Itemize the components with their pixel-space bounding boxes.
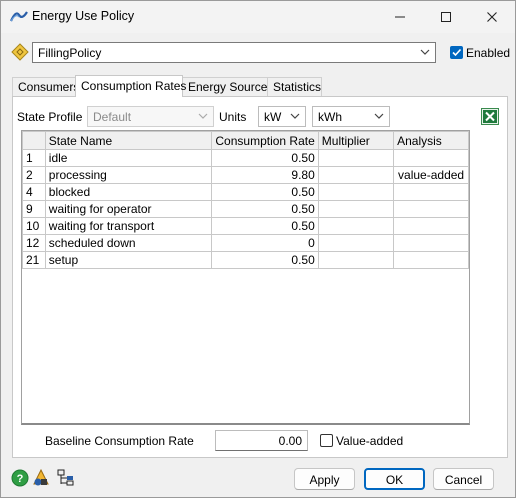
- consumption-rate-cell[interactable]: 0.50: [211, 183, 319, 201]
- apply-button[interactable]: Apply: [294, 468, 355, 490]
- value-added-checkbox[interactable]: [320, 434, 333, 447]
- close-icon: [487, 12, 497, 22]
- value-added-label: Value-added: [336, 434, 404, 448]
- state-name-cell[interactable]: scheduled down: [44, 234, 213, 252]
- multiplier-cell[interactable]: [317, 234, 395, 252]
- state-profile-label: State Profile: [17, 110, 83, 124]
- analysis-cell[interactable]: [393, 200, 469, 218]
- close-button[interactable]: [469, 1, 515, 33]
- flexsim-tool-icon[interactable]: [32, 469, 50, 487]
- energy-curve-icon: [10, 11, 28, 22]
- consumption-rate-cell[interactable]: 9.80: [211, 166, 319, 184]
- ok-button[interactable]: OK: [364, 468, 425, 490]
- title-bar: Energy Use Policy: [1, 1, 515, 33]
- chevron-down-icon: [420, 49, 430, 55]
- excel-export-icon[interactable]: [481, 108, 499, 125]
- consumption-rate-cell[interactable]: 0.50: [211, 149, 319, 167]
- minimize-icon: [395, 16, 405, 18]
- tab-statistics[interactable]: Statistics: [267, 77, 322, 96]
- row-header[interactable]: 12: [22, 234, 46, 252]
- consumption-rate-cell[interactable]: 0.50: [211, 200, 319, 218]
- multiplier-cell[interactable]: [317, 251, 395, 269]
- units-label: Units: [219, 110, 247, 124]
- baseline-consumption-rate-input[interactable]: 0.00: [215, 430, 308, 451]
- state-name-cell[interactable]: blocked: [44, 183, 213, 201]
- multiplier-cell[interactable]: [317, 183, 395, 201]
- column-header-consumption-rate[interactable]: Consumption Rate: [211, 131, 319, 150]
- table-header-row: State Name Consumption Rate Multiplier A…: [22, 131, 469, 150]
- row-header[interactable]: 2: [22, 166, 46, 184]
- column-header-state-name[interactable]: State Name: [44, 131, 213, 150]
- state-name-cell[interactable]: idle: [44, 149, 213, 167]
- energy-use-policy-window: Energy Use Policy FillingPolicy Enabled …: [0, 0, 516, 498]
- rates-table: State Name Consumption Rate Multiplier A…: [22, 131, 469, 269]
- state-profile-value: Default: [93, 110, 132, 124]
- row-header[interactable]: 21: [22, 251, 46, 269]
- column-header-multiplier[interactable]: Multiplier: [317, 131, 395, 150]
- window-title: Energy Use Policy: [32, 9, 135, 23]
- consumption-rate-cell[interactable]: 0: [211, 234, 319, 252]
- tree-view-icon[interactable]: [57, 469, 75, 487]
- row-header[interactable]: 4: [22, 183, 46, 201]
- energy-unit-select[interactable]: kWh: [312, 106, 390, 127]
- consumption-rates-table: State Name Consumption Rate Multiplier A…: [21, 130, 470, 425]
- power-unit-select[interactable]: kW: [258, 106, 306, 127]
- row-header[interactable]: 1: [22, 149, 46, 167]
- baseline-consumption-rate-label: Baseline Consumption Rate: [45, 434, 194, 448]
- table-row: 10 waiting for transport 0.50: [22, 217, 469, 235]
- svg-text:?: ?: [17, 473, 24, 485]
- analysis-cell[interactable]: [393, 251, 469, 269]
- multiplier-cell[interactable]: [317, 217, 395, 235]
- analysis-cell[interactable]: [393, 234, 469, 252]
- analysis-cell[interactable]: value-added: [393, 166, 469, 184]
- maximize-button[interactable]: [423, 1, 469, 33]
- policy-select[interactable]: FillingPolicy: [32, 42, 436, 63]
- consumption-rate-cell[interactable]: 0.50: [211, 251, 319, 269]
- consumption-rate-cell[interactable]: 0.50: [211, 217, 319, 235]
- help-icon[interactable]: ?: [11, 469, 29, 487]
- power-unit-value: kW: [264, 110, 282, 124]
- chevron-down-icon: [290, 113, 300, 119]
- table-row: 1 idle 0.50: [22, 149, 469, 167]
- state-name-cell[interactable]: setup: [44, 251, 213, 269]
- row-header[interactable]: 9: [22, 200, 46, 218]
- maximize-icon: [441, 12, 451, 22]
- minimize-button[interactable]: [377, 1, 423, 33]
- table-row: 12 scheduled down 0: [22, 234, 469, 252]
- chevron-down-icon: [374, 113, 384, 119]
- state-name-cell[interactable]: processing: [44, 166, 213, 184]
- table-row: 9 waiting for operator 0.50: [22, 200, 469, 218]
- analysis-cell[interactable]: [393, 149, 469, 167]
- tab-energy-sources[interactable]: Energy Sources: [182, 77, 273, 96]
- analysis-cell[interactable]: [393, 183, 469, 201]
- tab-consumption-rates[interactable]: Consumption Rates: [75, 75, 186, 97]
- chevron-down-icon: [198, 113, 208, 119]
- multiplier-cell[interactable]: [317, 166, 395, 184]
- state-name-cell[interactable]: waiting for transport: [44, 217, 213, 235]
- cancel-button[interactable]: Cancel: [433, 468, 494, 490]
- analysis-cell[interactable]: [393, 217, 469, 235]
- tab-consumers[interactable]: Consumers: [12, 77, 79, 96]
- multiplier-cell[interactable]: [317, 200, 395, 218]
- row-header[interactable]: 10: [22, 217, 46, 235]
- energy-unit-value: kWh: [318, 110, 342, 124]
- column-header-analysis[interactable]: Analysis: [393, 131, 469, 150]
- table-row: 4 blocked 0.50: [22, 183, 469, 201]
- enabled-checkbox[interactable]: [450, 46, 463, 59]
- policy-select-value: FillingPolicy: [38, 46, 102, 60]
- table-row: 21 setup 0.50: [22, 251, 469, 269]
- multiplier-cell[interactable]: [317, 149, 395, 167]
- state-name-cell[interactable]: waiting for operator: [44, 200, 213, 218]
- checkmark-icon: [452, 48, 462, 57]
- policy-diamond-icon: [11, 43, 29, 61]
- corner-header[interactable]: [22, 131, 46, 150]
- state-profile-select[interactable]: Default: [87, 106, 214, 127]
- table-row: 2 processing 9.80 value-added: [22, 166, 469, 184]
- enabled-label: Enabled: [466, 46, 511, 60]
